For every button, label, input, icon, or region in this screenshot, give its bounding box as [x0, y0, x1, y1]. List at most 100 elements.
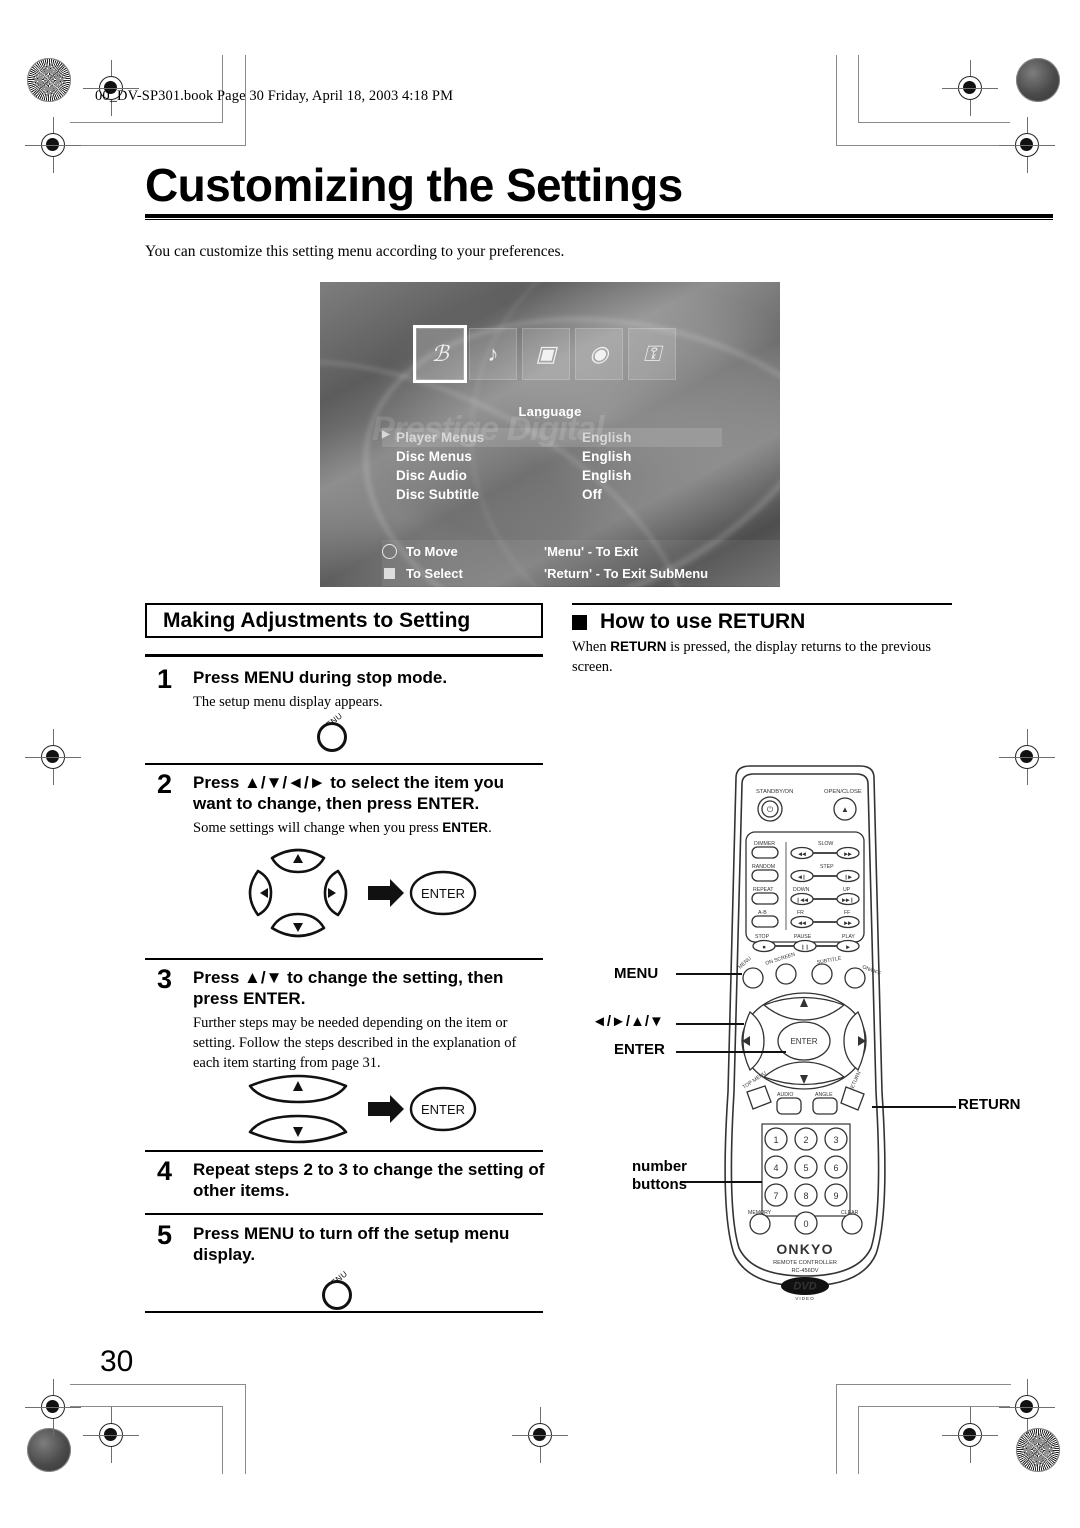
language-icon[interactable]: ℬ: [413, 325, 467, 383]
step-body: Further steps may be needed depending on…: [193, 1014, 517, 1071]
osd-row-label: Disc Menus: [396, 449, 473, 464]
crop-line: [70, 1384, 245, 1385]
step-3: 3 Press ▲/▼ to change the setting, then …: [145, 964, 545, 1073]
crop-line: [858, 1406, 1010, 1407]
return-description: When RETURN is pressed, the display retu…: [572, 638, 952, 677]
language-icon-glyph: ℬ: [431, 341, 449, 366]
step-2: 2 Press ▲/▼/◄/► to select the item you w…: [145, 769, 545, 839]
section-heading-making-adjustments: Making Adjustments to Setting: [145, 603, 543, 638]
step-number: 2: [157, 769, 173, 799]
registration-mark: [942, 1407, 998, 1463]
osd-icon-row: ℬ ♪ ▣ ◉ ⚿: [413, 325, 676, 383]
dpad-enter-graphic: ENTER: [238, 838, 488, 948]
crop-line: [245, 1384, 246, 1474]
registration-mark: [942, 60, 998, 116]
osd-row-value: English: [582, 468, 632, 483]
step-body-emphasis: ENTER: [442, 819, 489, 835]
rule: [145, 654, 543, 657]
rule: [145, 1213, 543, 1215]
crop-line: [836, 1384, 1011, 1385]
dpad-enter-svg: ENTER: [248, 848, 477, 938]
page-title: Customizing the Settings: [145, 159, 683, 211]
registration-mark: [25, 117, 81, 173]
osd-row-player-menus[interactable]: Player Menus English: [382, 428, 722, 447]
menu-button-circle: [317, 722, 347, 752]
book-header: 00_DV-SP301.book Page 30 Friday, April 1…: [95, 88, 454, 104]
menu-button-graphic: MENU: [310, 1266, 380, 1312]
star-target-bottom-left: [27, 1428, 71, 1472]
step-number: 3: [157, 964, 173, 994]
disc-icon-glyph: ◉: [589, 341, 609, 366]
bullet-square-icon: [572, 614, 587, 630]
crop-line: [222, 1406, 223, 1474]
crop-line: [858, 1406, 859, 1474]
osd-hint-left: To Move: [406, 543, 458, 559]
enter-square-icon: [384, 567, 395, 579]
osd-hint-right: 'Return' - To Exit SubMenu: [544, 565, 709, 581]
osd-hint-left: To Select: [406, 565, 463, 581]
dpad-icon: [382, 543, 397, 559]
star-target-bottom-right: [1016, 1428, 1060, 1472]
step-body-pre: Some settings will change when you press: [193, 819, 443, 836]
intro-paragraph: You can customize this setting menu acco…: [145, 243, 565, 260]
step-number: 5: [157, 1220, 173, 1250]
crop-line: [70, 145, 245, 146]
osd-row-value: English: [582, 449, 632, 464]
star-target-top-right: [1016, 58, 1060, 102]
osd-row-label: Disc Subtitle: [396, 487, 480, 502]
step-5: 5 Press MENU to turn off the setup menu …: [145, 1220, 545, 1266]
osd-hint-right: 'Menu' - To Exit: [544, 543, 639, 559]
crop-line: [70, 1406, 222, 1407]
menu-button-circle: [322, 1280, 352, 1310]
osd-row-label: Player Menus: [382, 429, 582, 445]
registration-mark: [25, 1379, 81, 1435]
callout-return: RETURN: [958, 1096, 1021, 1113]
osd-row-value: Off: [582, 487, 602, 502]
audio-icon-glyph: ♪: [487, 341, 499, 366]
updown-enter-svg: ENTER: [248, 1074, 477, 1144]
osd-row-disc-audio[interactable]: Disc Audio English: [382, 466, 722, 485]
rule: [145, 1150, 543, 1152]
updown-enter-graphic: ENTER: [238, 1068, 488, 1150]
step-number: 1: [157, 664, 173, 694]
step-4: 4 Repeat steps 2 to 3 to change the sett…: [145, 1156, 545, 1202]
osd-menu-title: Language: [518, 404, 582, 419]
crop-line: [836, 1384, 837, 1474]
registration-mark: [512, 1407, 568, 1463]
return-desc-emphasis: RETURN: [610, 639, 667, 654]
osd-row-disc-menus[interactable]: Disc Menus English: [382, 447, 722, 466]
callout-lines-svg: [676, 973, 956, 1183]
star-target-top-left: [27, 58, 71, 102]
rule: [145, 958, 543, 960]
menu-button-graphic: MENU: [305, 708, 375, 754]
crop-line: [858, 122, 1010, 123]
return-desc-pre: When: [572, 639, 611, 655]
disc-icon[interactable]: ◉: [575, 328, 623, 380]
callout-number-buttons-line2: buttons: [632, 1176, 687, 1193]
registration-mark: [999, 729, 1055, 785]
rule: [572, 603, 952, 605]
remote-control-illustration: .bdy{fill:#fff;stroke:#333;stroke-width:…: [592, 762, 1021, 1312]
section-heading-label: How to use RETURN: [600, 610, 806, 633]
step-number: 4: [157, 1156, 173, 1186]
osd-row-label: Disc Audio: [396, 468, 468, 483]
step-heading: Press ▲/▼/◄/► to select the item you wan…: [193, 773, 505, 813]
rule: [145, 1311, 543, 1313]
title-rule: [145, 214, 1053, 220]
callout-cursor: ◄/►/▲/▼: [592, 1013, 664, 1030]
lock-icon[interactable]: ⚿: [628, 328, 676, 380]
audio-icon[interactable]: ♪: [469, 328, 517, 380]
page-number: 30: [100, 1345, 134, 1378]
registration-mark: [999, 117, 1055, 173]
manual-page: 00_DV-SP301.book Page 30 Friday, April 1…: [0, 0, 1080, 1528]
display-icon-glyph: ▣: [535, 341, 557, 366]
crop-line: [70, 122, 222, 123]
svg-text:ENTER: ENTER: [421, 886, 465, 901]
crop-line: [836, 145, 1011, 146]
display-icon[interactable]: ▣: [522, 328, 570, 380]
osd-row-disc-subtitle[interactable]: Disc Subtitle Off: [382, 485, 722, 504]
step-heading: Repeat steps 2 to 3 to change the settin…: [193, 1160, 545, 1200]
step-1: 1 Press MENU during stop mode. The setup…: [145, 664, 545, 713]
osd-footer-hints: To Move 'Menu' - To Exit To Select 'Retu…: [382, 540, 780, 586]
crop-line: [858, 55, 859, 123]
